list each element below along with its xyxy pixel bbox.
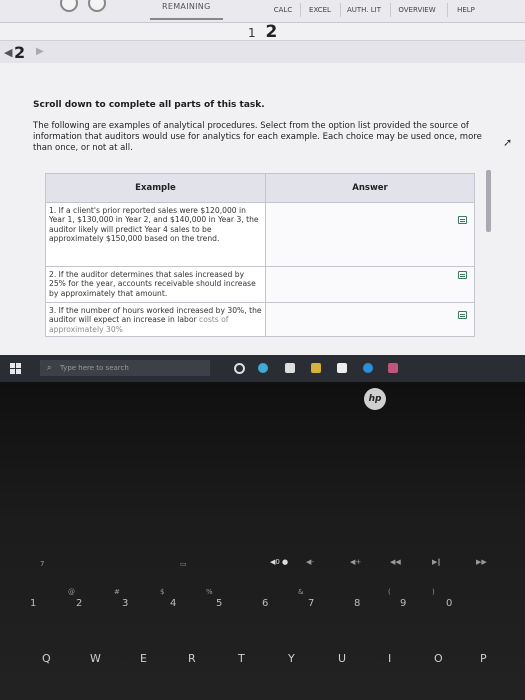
key-6: 6	[262, 598, 269, 609]
task-view-icon[interactable]	[285, 363, 295, 373]
table-row: 3. If the number of hours worked increas…	[45, 301, 475, 338]
key-label: ◀+	[350, 558, 362, 566]
top-navigation-bar: REMAINING CALC EXCEL AUTH. LIT OVERVIEW …	[0, 0, 525, 23]
search-icon: ⌕	[47, 363, 52, 372]
key-label: 7	[40, 560, 45, 568]
question-prev[interactable]: 1	[248, 26, 256, 40]
task-number: 2	[14, 43, 26, 62]
dropdown-list-icon[interactable]	[458, 311, 467, 319]
scrollbar-thumb[interactable]	[486, 170, 491, 232]
key-w: W	[90, 652, 101, 665]
timer-circle-icon	[88, 0, 106, 12]
key-symbol: (	[388, 588, 391, 596]
example-text: 3. If the number of hours worked increas…	[49, 306, 262, 325]
example-cell: 1. If a client's prior reported sales we…	[45, 202, 266, 267]
key-5: 5	[216, 598, 223, 609]
key-symbol: #	[114, 588, 120, 596]
app-icon[interactable]	[258, 363, 268, 373]
example-cell: 2. If the auditor determines that sales …	[45, 266, 266, 303]
calc-button[interactable]: CALC	[268, 3, 298, 17]
key-u: U	[338, 652, 347, 665]
key-symbol: $	[160, 588, 165, 596]
key-r: R	[188, 652, 196, 665]
previous-task-arrow-icon[interactable]: ◀	[4, 46, 12, 59]
analytics-table: Example Answer 1. If a client's prior re…	[45, 173, 475, 338]
key-y: Y	[288, 652, 295, 665]
key-e: E	[140, 652, 147, 665]
answer-column-header: Answer	[265, 173, 475, 203]
windows-taskbar: ⌕ Type here to search	[0, 355, 525, 382]
excel-button[interactable]: EXCEL	[300, 3, 339, 17]
key-8: 8	[354, 598, 361, 609]
key-q: Q	[42, 652, 51, 665]
key-i: I	[388, 652, 392, 665]
question-number-nav: 1 2	[248, 22, 278, 44]
key-label: ◀0 ●	[270, 558, 289, 566]
mouse-cursor-icon: ➚	[503, 136, 513, 149]
key-7: 7	[308, 598, 315, 609]
timer-circle-icon	[60, 0, 78, 12]
search-placeholder: Type here to search	[60, 364, 129, 372]
example-column-header: Example	[45, 173, 266, 203]
app-icon[interactable]	[388, 363, 398, 373]
key-p: P	[480, 652, 487, 665]
task-title: Scroll down to complete all parts of thi…	[33, 100, 265, 110]
key-label: ◀◀	[390, 558, 401, 566]
key-1: 1	[30, 598, 37, 609]
key-9: 9	[400, 598, 407, 609]
example-cell: 3. If the number of hours worked increas…	[45, 301, 266, 338]
key-2: 2	[76, 598, 83, 609]
key-label: ◀-	[306, 558, 314, 566]
key-3: 3	[122, 598, 129, 609]
key-symbol: %	[206, 588, 213, 596]
screen: REMAINING CALC EXCEL AUTH. LIT OVERVIEW …	[0, 0, 525, 382]
file-explorer-icon[interactable]	[311, 363, 321, 373]
edge-browser-icon[interactable]	[363, 363, 373, 373]
key-symbol: &	[298, 588, 304, 596]
key-t: T	[238, 652, 245, 665]
dropdown-list-icon[interactable]	[458, 271, 467, 279]
key-label: ▶‖	[432, 558, 441, 566]
help-button[interactable]: HELP	[447, 3, 484, 17]
key-0: 0	[446, 598, 453, 609]
table-row: 1. If a client's prior reported sales we…	[45, 202, 475, 267]
laptop-body	[0, 382, 525, 700]
key-symbol: @	[68, 588, 75, 596]
key-4: 4	[170, 598, 177, 609]
cortana-icon[interactable]	[234, 363, 245, 374]
key-label: ▭	[180, 560, 187, 568]
auth-lit-button[interactable]: AUTH. LIT	[340, 3, 387, 17]
answer-cell[interactable]	[265, 301, 475, 338]
dropdown-list-icon[interactable]	[458, 216, 467, 224]
key-symbol: )	[432, 588, 435, 596]
next-task-arrow-icon[interactable]: ▶	[36, 46, 44, 57]
task-content: Scroll down to complete all parts of thi…	[33, 100, 483, 154]
key-label: ▶▶	[476, 558, 487, 566]
store-icon[interactable]	[337, 363, 347, 373]
remaining-label: REMAINING	[150, 0, 223, 20]
table-row: 2. If the auditor determines that sales …	[45, 266, 475, 303]
answer-cell[interactable]	[265, 266, 475, 303]
task-pager: ◀ 2 ▶	[0, 40, 525, 63]
task-instructions: The following are examples of analytical…	[33, 121, 482, 153]
answer-cell[interactable]	[265, 202, 475, 267]
hp-logo: hp	[364, 388, 386, 410]
overview-button[interactable]: OVERVIEW	[390, 3, 443, 17]
taskbar-search-input[interactable]: ⌕ Type here to search	[40, 360, 210, 376]
key-o: O	[434, 652, 443, 665]
windows-start-icon[interactable]	[10, 363, 22, 375]
